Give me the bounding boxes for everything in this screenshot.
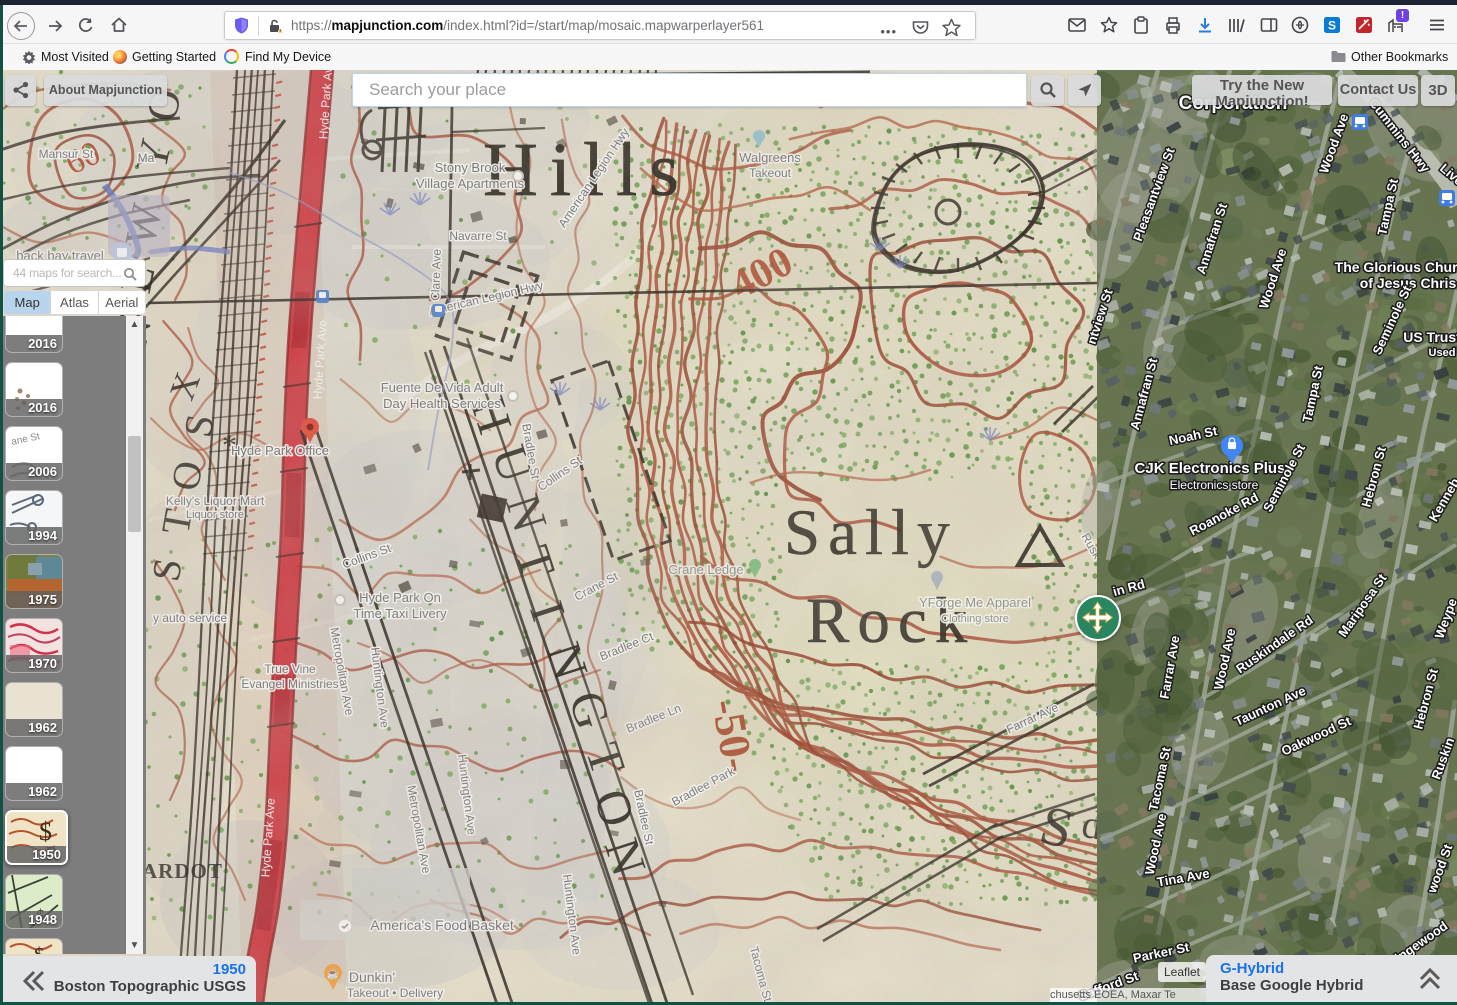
svg-text:$: $: [34, 944, 44, 954]
svg-text:The Glorious Churc: The Glorious Churc: [1335, 259, 1457, 275]
svg-text:$: $: [39, 817, 52, 846]
svg-text:Used: Used: [1429, 347, 1456, 359]
svg-text:CJK Electronics Plus: CJK Electronics Plus: [1135, 460, 1286, 477]
svg-text:ane St: ane St: [10, 431, 41, 448]
svg-text:Electronics store: Electronics store: [1170, 478, 1259, 492]
svg-text:S: S: [1328, 19, 1336, 33]
svg-text:US Trust: US Trust: [1403, 329, 1457, 345]
